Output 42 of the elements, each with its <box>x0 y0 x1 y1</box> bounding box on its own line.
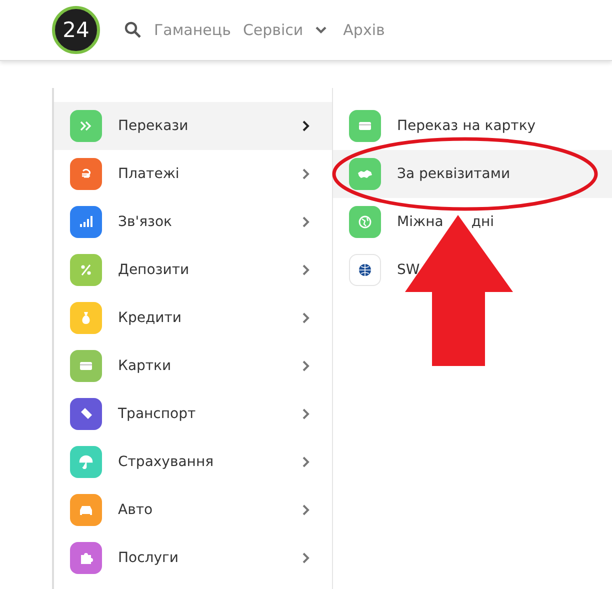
menu-item-label: Транспорт <box>118 406 196 422</box>
logo[interactable]: 24 <box>52 6 100 54</box>
menu-item[interactable]: Депозити <box>54 246 332 294</box>
chevron-right-icon <box>302 168 310 180</box>
menu-item-label: Міжна <box>397 214 444 230</box>
chevron-right-icon <box>302 456 310 468</box>
menu-item-label: Кредити <box>118 310 182 326</box>
chevron-right-icon <box>302 360 310 372</box>
menu-item-label: За реквізитами <box>397 166 510 182</box>
menu-item-label: Страхування <box>118 454 214 470</box>
menu-item-label: Зв'язок <box>118 214 172 230</box>
menu-item[interactable]: Транспорт <box>54 390 332 438</box>
menu-item-label: Картки <box>118 358 172 374</box>
chevron-right-icon <box>302 216 310 228</box>
chevron-right-icon <box>302 120 310 132</box>
menu-item-label: Депозити <box>118 262 190 278</box>
menu-item[interactable]: Перекази <box>54 102 332 150</box>
menu-item-label: Авто <box>118 502 153 518</box>
chevron-right-icon <box>302 504 310 516</box>
search-icon[interactable] <box>124 21 142 39</box>
menu-item-label: дні <box>471 214 494 230</box>
chevron-right-icon <box>302 312 310 324</box>
chevron-right-icon <box>302 408 310 420</box>
menu-item[interactable]: Страхування <box>54 438 332 486</box>
menu-item[interactable]: Платежі <box>54 150 332 198</box>
menu-item-label: Переказ на картку <box>397 118 536 134</box>
menu-item[interactable]: Кредити <box>54 294 332 342</box>
menu-item-label: Перекази <box>118 118 188 134</box>
chevron-right-icon <box>302 552 310 564</box>
menu-item-label: Платежі <box>118 166 180 182</box>
menu-item[interactable]: Авто <box>54 486 332 534</box>
menu-item[interactable]: Зв'язок <box>54 198 332 246</box>
menu-item[interactable]: Міжна дні <box>333 198 612 246</box>
menu-item[interactable]: За реквізитами <box>333 150 612 198</box>
menu-item[interactable]: Картки <box>54 342 332 390</box>
chevron-right-icon <box>302 264 310 276</box>
menu-item-label: Послуги <box>118 550 178 566</box>
menu-item[interactable]: Переказ на картку <box>333 102 612 150</box>
menu-item[interactable]: SW <box>333 246 612 294</box>
menu-item[interactable]: Послуги <box>54 534 332 582</box>
menu-item-label: SW <box>397 262 420 278</box>
chevron-down-icon[interactable] <box>315 26 328 34</box>
